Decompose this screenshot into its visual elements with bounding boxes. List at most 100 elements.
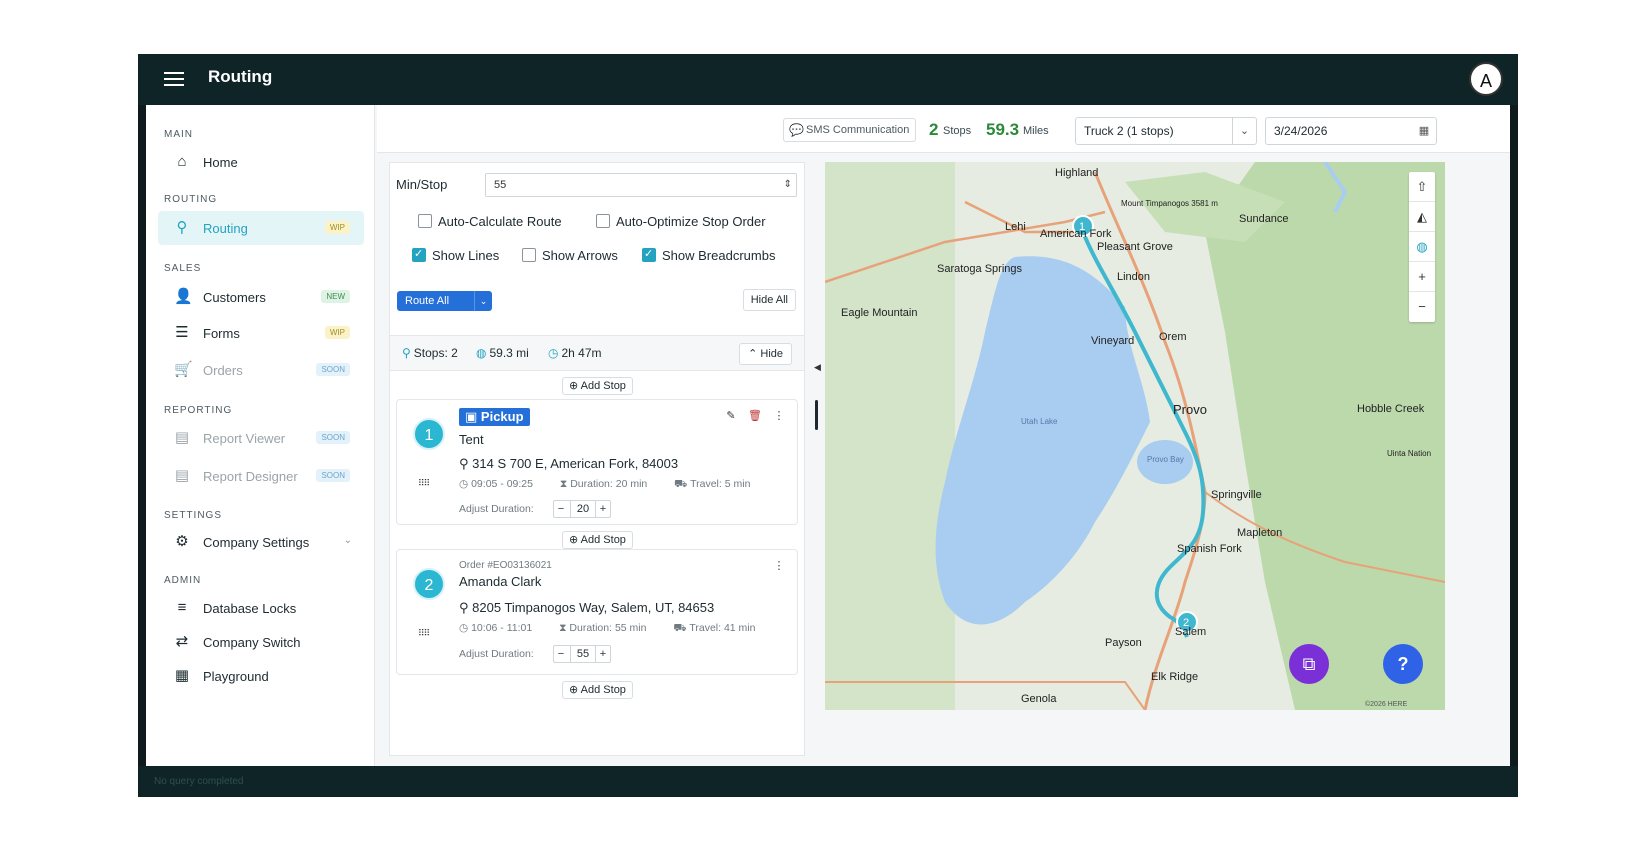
add-stop-button[interactable]: ⊕ Add Stop xyxy=(562,531,633,549)
map-label: Mount Timpanogos 3581 m xyxy=(1121,199,1218,208)
auto-calculate-checkbox[interactable] xyxy=(418,214,432,228)
decrement-button[interactable]: − xyxy=(554,646,568,662)
stop-name: Amanda Clark xyxy=(459,574,542,589)
route-all-button[interactable]: Route All ⌄ xyxy=(397,291,492,311)
show-lines-checkbox[interactable] xyxy=(412,247,426,262)
status-badge: SOON xyxy=(316,431,350,444)
hide-label: Hide xyxy=(760,348,783,360)
status-badge: WIP xyxy=(324,221,350,234)
add-stop-button[interactable]: ⊕ Add Stop xyxy=(562,377,633,395)
auto-optimize-checkbox[interactable] xyxy=(596,214,610,228)
section-routing: ROUTING xyxy=(164,194,218,205)
show-arrows-checkbox[interactable] xyxy=(522,248,536,262)
more-vert-icon[interactable]: ⋮ xyxy=(771,558,787,574)
map-layers-icon[interactable]: ◭ xyxy=(1409,202,1435,232)
sidebar-item-label: Home xyxy=(203,155,238,170)
drag-handle-icon[interactable]: ⠿⠿ xyxy=(418,628,430,639)
sidebar-item-company-settings[interactable]: ⚙ Company Settings ⌄ xyxy=(158,525,364,559)
stop-address: ⚲ 8205 Timpanogos Way, Salem, UT, 84653 xyxy=(459,600,714,616)
collapse-left-icon[interactable]: ◀ xyxy=(814,362,821,373)
plus-circle-icon: ⊕ xyxy=(569,684,581,696)
status-badge: SOON xyxy=(316,363,350,376)
sidebar-item-database-locks[interactable]: ≡ Database Locks xyxy=(158,591,364,625)
status-badge: NEW xyxy=(321,290,350,303)
zoom-in-button[interactable]: + xyxy=(1409,262,1435,292)
date-picker[interactable]: 3/24/2026 ▦ xyxy=(1265,117,1437,145)
sidebar: MAIN ⌂ Home ROUTING ⚲ Routing WIP SALES … xyxy=(146,105,375,766)
map-label: Hobble Creek xyxy=(1357,403,1425,415)
hide-all-button[interactable]: Hide All xyxy=(742,289,796,311)
duration-stepper[interactable]: − 20 + xyxy=(553,500,611,518)
decrement-button[interactable]: − xyxy=(554,501,568,517)
status-badge: SOON xyxy=(316,469,350,482)
map-label: Springville xyxy=(1211,489,1262,501)
trash-icon[interactable]: 🗑 xyxy=(747,408,763,424)
summary-time: ◷ 2h 47m xyxy=(548,346,602,360)
duration-value[interactable]: 20 xyxy=(570,501,596,517)
chevron-down-icon[interactable]: ⌄ xyxy=(474,291,492,311)
zoom-out-button[interactable]: − xyxy=(1409,292,1435,322)
map-label: Highland xyxy=(1055,167,1098,179)
sidebar-item-label: Orders xyxy=(203,363,243,378)
increment-button[interactable]: + xyxy=(596,501,610,517)
sidebar-item-label: Routing xyxy=(203,221,248,236)
globe-icon[interactable]: ◍ xyxy=(1409,232,1435,262)
sidebar-item-label: Company Switch xyxy=(203,635,301,650)
show-breadcrumbs-checkbox[interactable] xyxy=(642,247,656,262)
map-label: Orem xyxy=(1159,331,1187,343)
section-admin: ADMIN xyxy=(164,575,202,586)
sidebar-item-company-switch[interactable]: ⇄ Company Switch xyxy=(158,625,364,659)
sidebar-item-forms[interactable]: ☰ Forms WIP xyxy=(158,316,364,350)
more-vert-icon[interactable]: ⋮ xyxy=(771,408,787,424)
sidebar-item-report-viewer[interactable]: ▤ Report Viewer SOON xyxy=(158,421,364,455)
sms-label: SMS Communication xyxy=(806,124,910,136)
sidebar-item-label: Company Settings xyxy=(203,535,310,550)
truck-select-value: Truck 2 (1 stops) xyxy=(1084,124,1174,138)
sms-communication-button[interactable]: 💬 SMS Communication xyxy=(783,118,917,142)
sidebar-item-customers[interactable]: 👤 Customers NEW xyxy=(158,280,364,314)
avatar[interactable]: A xyxy=(1469,62,1503,96)
min-stop-input[interactable]: 55 ⇕ xyxy=(485,173,797,197)
sidebar-item-report-designer[interactable]: ▤ Report Designer SOON xyxy=(158,459,364,493)
route-all-label: Route All xyxy=(405,295,450,307)
show-arrows-label: Show Arrows xyxy=(542,248,618,263)
spinner-icon[interactable]: ⇕ xyxy=(784,174,792,196)
box-icon: ▣ xyxy=(465,409,481,424)
travel-text: Travel: 41 min xyxy=(689,622,756,634)
sidebar-item-orders[interactable]: 🛒 Orders SOON xyxy=(158,353,364,387)
summary-stops: ⚲ Stops: 2 xyxy=(402,346,458,360)
time-window-text: 10:06 - 11:01 xyxy=(471,622,533,634)
compass-icon[interactable]: ⇧ xyxy=(1409,172,1435,202)
map-pin-icon: ⚲ xyxy=(176,219,188,236)
add-stop-button[interactable]: ⊕ Add Stop xyxy=(562,681,633,699)
stop-card[interactable]: 2 ⠿⠿ Order #EO03136021 Amanda Clark ⚲ 82… xyxy=(396,549,798,675)
sidebar-item-routing[interactable]: ⚲ Routing WIP xyxy=(158,211,364,245)
section-main: MAIN xyxy=(164,129,193,140)
map-label: Genola xyxy=(1021,693,1057,705)
add-stop-label: Add Stop xyxy=(580,380,626,392)
open-external-button[interactable]: ⧉ xyxy=(1289,644,1329,684)
drag-handle-icon[interactable]: ⠿⠿ xyxy=(418,478,430,489)
edit-icon[interactable]: ✎ xyxy=(723,408,739,424)
truck-select[interactable]: Truck 2 (1 stops) ⌄ xyxy=(1075,117,1257,145)
plus-circle-icon: ⊕ xyxy=(569,380,581,392)
increment-button[interactable]: + xyxy=(596,646,610,662)
home-icon: ⌂ xyxy=(177,153,187,170)
map-canvas[interactable]: 1 2 Highland Lehi American Fork Pleasant… xyxy=(825,162,1445,710)
route-map[interactable]: 1 2 Highland Lehi American Fork Pleasant… xyxy=(825,162,1445,710)
person-icon: 👤 xyxy=(174,288,193,305)
sidebar-item-label: Report Designer xyxy=(203,469,298,484)
help-button[interactable]: ? xyxy=(1383,644,1423,684)
chevron-down-icon: ⌄ xyxy=(343,535,352,546)
sidebar-item-playground[interactable]: ▦ Playground xyxy=(158,659,364,693)
stops-count: 2 xyxy=(929,120,939,139)
duration-stepper[interactable]: − 55 + xyxy=(553,645,611,663)
hide-button[interactable]: ⌃ Hide xyxy=(739,343,792,365)
panel-resize-handle[interactable] xyxy=(815,400,818,430)
stop-card[interactable]: 1 ⠿⠿ ▣ Pickup Tent ⚲ 314 S 700 E, Americ… xyxy=(396,399,798,525)
duration-value[interactable]: 55 xyxy=(570,646,596,662)
hamburger-menu-icon[interactable] xyxy=(164,69,184,89)
pickup-tag: ▣ Pickup xyxy=(459,408,530,426)
sidebar-item-home[interactable]: ⌂ Home xyxy=(158,145,364,179)
map-pin-icon: ⚲ xyxy=(402,346,411,360)
